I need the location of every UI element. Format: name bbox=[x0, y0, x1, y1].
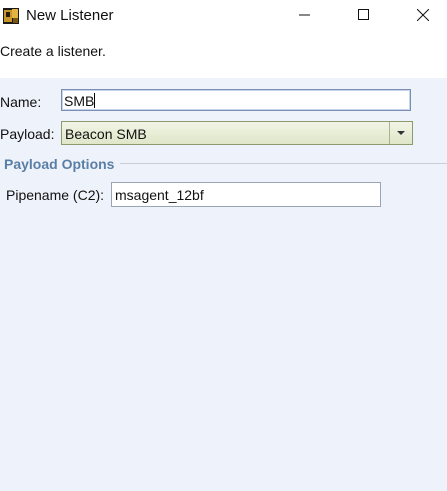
name-label: Name: bbox=[0, 94, 42, 110]
minimize-button[interactable] bbox=[282, 0, 328, 33]
payload-selected-value: Beacon SMB bbox=[65, 126, 147, 142]
payload-options-title: Payload Options bbox=[4, 156, 115, 172]
minimize-icon bbox=[299, 8, 311, 26]
maximize-icon bbox=[358, 8, 370, 26]
description-text: Create a listener. bbox=[0, 43, 106, 59]
pipename-label: Pipename (C2): bbox=[6, 187, 105, 203]
new-listener-dialog: New Listener Create a listener. Name: SM… bbox=[0, 0, 447, 491]
pipename-input-value: msagent_12bf bbox=[115, 187, 204, 203]
close-button[interactable] bbox=[400, 0, 446, 33]
section-divider bbox=[120, 163, 447, 164]
pipename-input[interactable]: msagent_12bf bbox=[111, 182, 381, 207]
window-title: New Listener bbox=[26, 7, 114, 24]
close-icon bbox=[416, 8, 430, 26]
name-input[interactable]: SMB bbox=[61, 89, 411, 111]
text-caret bbox=[94, 93, 96, 108]
dropdown-arrow-icon[interactable] bbox=[389, 122, 412, 144]
payload-dropdown[interactable]: Beacon SMB bbox=[61, 121, 413, 145]
description-header: Create a listener. bbox=[0, 33, 447, 78]
payload-label: Payload: bbox=[0, 126, 55, 142]
maximize-button[interactable] bbox=[341, 0, 387, 33]
app-icon bbox=[3, 8, 19, 24]
name-input-value: SMB bbox=[64, 93, 95, 109]
title-bar: New Listener bbox=[0, 0, 447, 33]
